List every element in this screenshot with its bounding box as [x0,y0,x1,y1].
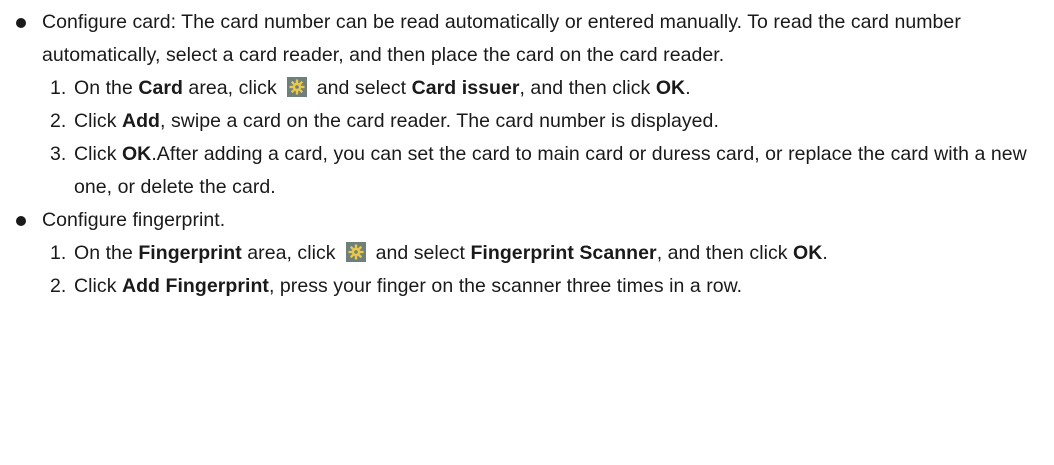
step-number: 2. [50,275,67,297]
ui-term-fingerprint: Fingerprint [138,242,242,264]
step-text: Click Add Fingerprint, press your finger… [74,275,743,297]
list-item: 2. Click Add, swipe a card on the card r… [42,105,1054,138]
ui-term-ok: OK [121,143,152,165]
bullet-dot [16,216,26,226]
ui-term-fingerprint-scanner: Fingerprint Scanner [470,242,657,264]
step-text: Click Add, swipe a card on the card read… [74,110,719,132]
list-item: 1. On the Fingerprint area, click and sel… [42,237,1054,270]
list-item: 3. Click OK.After adding a card, you can… [42,138,1054,204]
ui-term-card-issuer: Card issuer [411,77,520,99]
bullet-configure-card: Configure card: The card number can be r… [0,6,1054,72]
ui-term-add-fingerprint: Add Fingerprint [121,275,269,297]
step-number: 3. [50,143,67,165]
step-number: 1. [50,242,67,264]
ui-term-add: Add [121,110,161,132]
bullet-intro-text: Configure fingerprint. [42,209,226,231]
step-number: 2. [50,110,67,132]
bullet-intro-text: Configure card: The card number can be r… [42,11,961,66]
ui-term-ok: OK [655,77,686,99]
ui-term-ok: OK [793,242,823,264]
gear-icon [286,77,307,97]
list-item: 1. On the Card area, click and select Car… [42,72,1054,105]
list-item: 2. Click Add Fingerprint, press your fin… [42,270,1054,303]
bullet-configure-fingerprint: Configure fingerprint. [0,204,1054,237]
card-steps-list: 1. On the Card area, click and select Car… [42,72,1054,204]
step-text: On the Card area, click and select Card i… [74,77,691,99]
document-body: Configure card: The card number can be r… [0,0,1054,465]
step-number: 1. [50,77,67,99]
step-text: Click OK.After adding a card, you can se… [74,143,1027,198]
bullet-dot [16,18,26,28]
ui-term-card: Card [138,77,183,99]
fingerprint-steps-list: 1. On the Fingerprint area, click and sel… [42,237,1054,303]
step-text: On the Fingerprint area, click and select… [74,242,828,264]
gear-icon [345,242,366,262]
